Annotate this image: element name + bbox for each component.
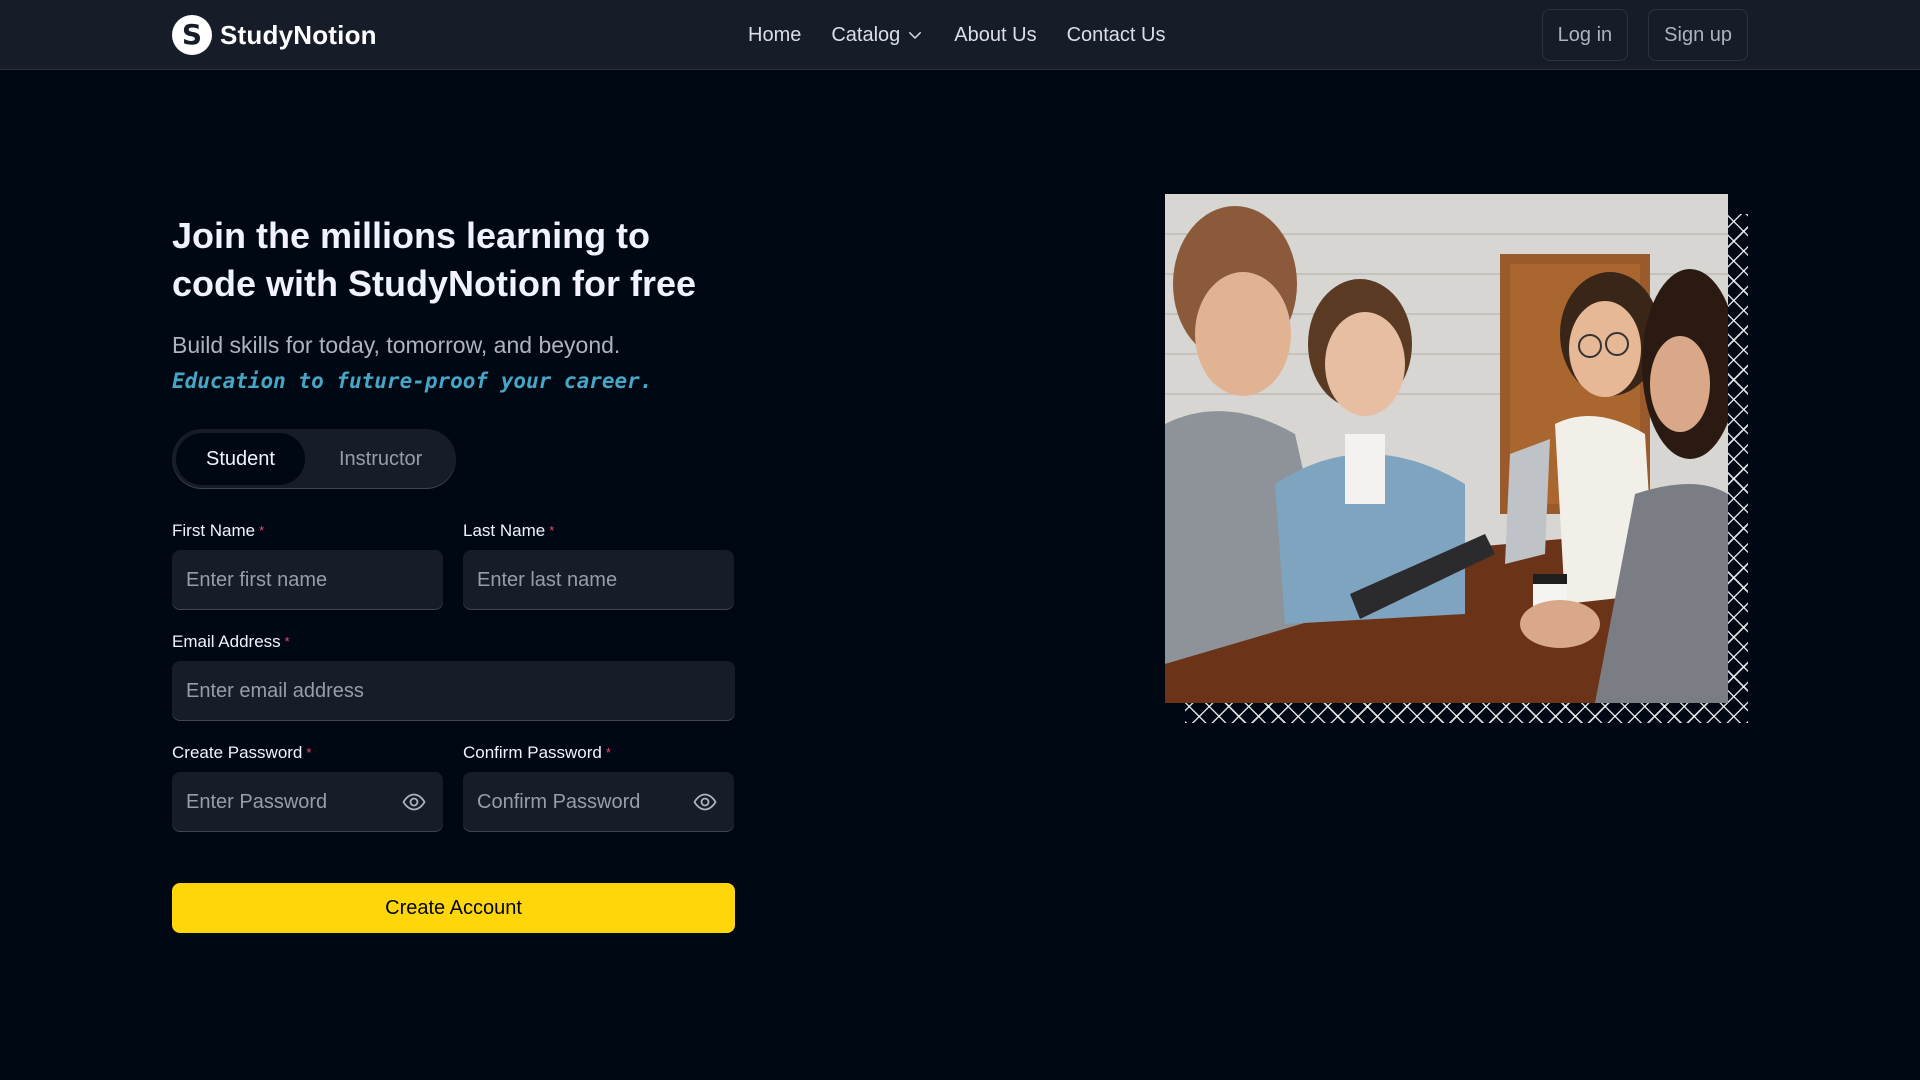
page-subtitle: Build skills for today, tomorrow, and be… xyxy=(172,328,735,399)
first-name-group: First Name * xyxy=(172,521,443,610)
nav-link-contact[interactable]: Contact Us xyxy=(1067,24,1166,47)
create-password-label: Create Password * xyxy=(172,743,443,763)
hero-photo xyxy=(1165,194,1728,703)
signup-button[interactable]: Sign up xyxy=(1648,9,1748,61)
nav-links: Home Catalog About Us Contact Us xyxy=(748,0,1166,70)
logo-icon: S xyxy=(172,15,212,55)
first-name-label-text: First Name xyxy=(172,521,256,540)
subtitle-text: Build skills for today, tomorrow, and be… xyxy=(172,332,621,358)
confirm-password-wrap xyxy=(463,772,734,832)
required-mark: * xyxy=(284,634,290,649)
nav-link-catalog[interactable]: Catalog xyxy=(831,24,924,47)
logo[interactable]: S StudyNotion xyxy=(172,14,377,56)
required-mark: * xyxy=(306,745,312,760)
hero-photo-illustration xyxy=(1165,194,1728,703)
page-title: Join the millions learning to code with … xyxy=(172,215,697,304)
name-row: First Name* Last Name* xyxy=(172,521,735,610)
first-name-label: First Name * xyxy=(172,521,443,541)
nav-actions: Log in Sign up xyxy=(1541,9,1748,61)
role-switch: Student Instructor xyxy=(172,429,457,489)
required-mark: * xyxy=(549,523,555,538)
email-input[interactable] xyxy=(172,661,735,721)
password-row: Create Password * Confirm Password * xyxy=(172,743,735,832)
create-account-button[interactable]: Create Account xyxy=(172,883,735,933)
email-label-text: Email Address xyxy=(172,632,281,651)
confirm-password-group: Confirm Password * xyxy=(463,743,734,832)
email-group: Email Address * xyxy=(172,632,735,721)
required-mark: * xyxy=(605,745,611,760)
signup-section: Join the millions learning to code with … xyxy=(172,212,735,933)
create-password-wrap xyxy=(172,772,443,832)
confirm-password-label: Confirm Password * xyxy=(463,743,734,763)
nav-link-home[interactable]: Home xyxy=(748,24,801,47)
first-name-input[interactable] xyxy=(172,550,443,610)
subtitle-highlight: Education to future-proof your career. xyxy=(172,369,653,393)
eye-icon[interactable] xyxy=(692,790,718,814)
signup-form: First Name* Last Name* Email Address* Cr… xyxy=(172,521,735,933)
confirm-password-label-text: Confirm Password xyxy=(463,743,602,762)
navbar: S StudyNotion Home Catalog About Us Cont… xyxy=(0,0,1920,70)
role-tab-student[interactable]: Student xyxy=(176,433,305,485)
logo-text: StudyNotion xyxy=(220,19,377,50)
create-password-group: Create Password * xyxy=(172,743,443,832)
nav-link-catalog-label: Catalog xyxy=(831,23,901,46)
hero-image-frame xyxy=(1165,194,1748,723)
last-name-label-text: Last Name xyxy=(463,521,546,540)
login-button[interactable]: Log in xyxy=(1541,9,1629,61)
required-mark: * xyxy=(259,523,265,538)
nav-link-about[interactable]: About Us xyxy=(954,24,1036,47)
email-label: Email Address * xyxy=(172,632,735,652)
create-password-label-text: Create Password xyxy=(172,743,303,762)
role-tab-instructor[interactable]: Instructor xyxy=(309,433,452,485)
last-name-label: Last Name * xyxy=(463,521,734,541)
last-name-input[interactable] xyxy=(463,550,734,610)
chevron-down-icon xyxy=(909,32,922,39)
eye-icon[interactable] xyxy=(401,790,427,814)
last-name-group: Last Name * xyxy=(463,521,734,610)
